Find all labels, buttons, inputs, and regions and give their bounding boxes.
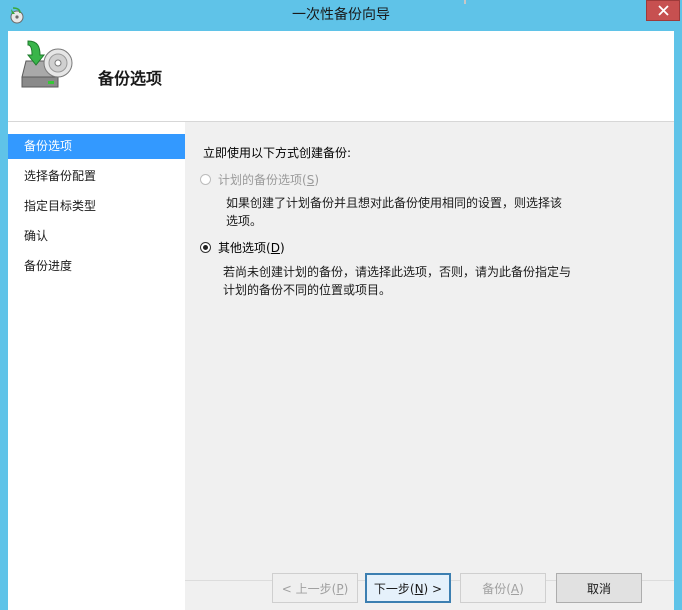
close-icon	[658, 5, 669, 16]
cancel-button[interactable]: 取消	[556, 573, 642, 603]
backup-wizard-icon	[21, 40, 73, 88]
nav-step-destination-type[interactable]: 指定目标类型	[8, 194, 185, 219]
wizard-steps-nav: 备份选项 选择备份配置 指定目标类型 确认 备份进度	[8, 122, 185, 610]
title-bar[interactable]: 一次性备份向导	[0, 0, 682, 31]
previous-button[interactable]: < 上一步(P)	[272, 573, 358, 603]
page-title: 备份选项	[98, 69, 163, 88]
next-button[interactable]: 下一步(N) >	[365, 573, 451, 603]
option-scheduled-label: 计划的备份选项(S)	[218, 173, 320, 187]
option-other-description: 若尚未创建计划的备份，请选择此选项，否则，请为此备份指定与计划的备份不同的位置或…	[223, 265, 572, 297]
backup-prompt: 立即使用以下方式创建备份:	[203, 146, 352, 160]
wizard-client-area: 备份选项 备份选项 选择备份配置 指定目标类型 确认 备份进度 立即使用以下方式…	[8, 31, 674, 610]
window-title: 一次性备份向导	[292, 7, 390, 23]
backup-button[interactable]: 备份(A)	[460, 573, 546, 603]
nav-step-select-config[interactable]: 选择备份配置	[8, 164, 185, 189]
radio-other[interactable]	[200, 242, 211, 253]
radio-scheduled[interactable]	[200, 174, 211, 185]
nav-step-confirm[interactable]: 确认	[8, 224, 185, 249]
close-button[interactable]	[646, 0, 680, 21]
option-scheduled-description: 如果创建了计划备份并且想对此备份使用相同的设置，则选择该选项。	[226, 196, 563, 228]
wizard-content: 立即使用以下方式创建备份: 计划的备份选项(S) 如果创建了计划备份并且想对此备…	[185, 122, 674, 610]
option-other-label: 其他选项(D)	[218, 241, 285, 255]
wizard-window: 一次性备份向导 备份选项 备份选项 选择备份配置 指定目标类型 确认 备份进度 …	[0, 0, 682, 610]
wizard-header: 备份选项	[8, 31, 674, 122]
title-divider	[464, 0, 466, 4]
radio-selected-dot	[203, 245, 208, 250]
nav-step-progress[interactable]: 备份进度	[8, 254, 185, 279]
nav-step-backup-options[interactable]: 备份选项	[8, 134, 185, 159]
